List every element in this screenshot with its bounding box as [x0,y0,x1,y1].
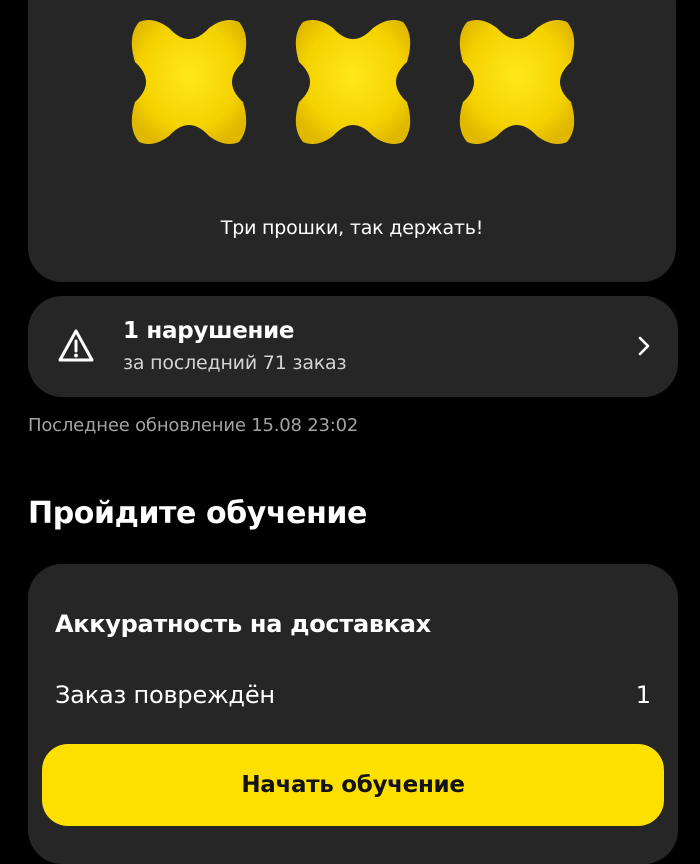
star-icon [289,18,417,146]
training-card-title: Аккуратность на доставках [55,610,431,638]
chevron-right-icon [636,334,652,358]
violations-title: 1 нарушение [123,318,295,344]
rating-caption: Три прошки, так держать! [220,217,484,239]
section-title: Пройдите обучение [28,496,367,531]
rating-card: Три прошки, так держать! [28,0,676,282]
rating-stars [28,18,676,146]
violations-subtitle: за последний 71 заказ [123,352,347,374]
violations-card[interactable]: 1 нарушение за последний 71 заказ [28,296,678,397]
start-training-button[interactable]: Начать обучение [42,744,664,826]
star-icon [453,18,581,146]
warning-triangle-icon [57,327,95,365]
damaged-order-count: 1 [635,681,651,709]
last-update-text: Последнее обновление 15.08 23:02 [28,415,359,436]
training-card: Аккуратность на доставках Заказ повреждё… [28,564,678,864]
damaged-order-label: Заказ повреждён [55,681,275,709]
star-icon [125,18,253,146]
